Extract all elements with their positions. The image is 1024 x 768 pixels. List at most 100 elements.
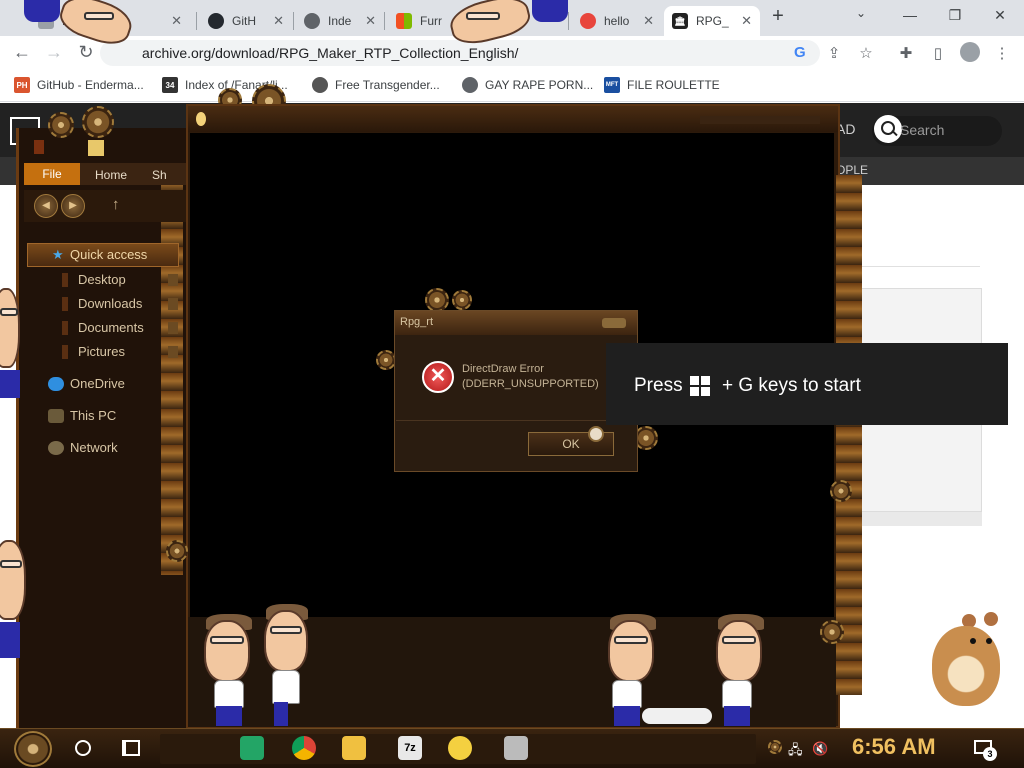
tray-chevron-icon[interactable] xyxy=(768,740,782,754)
start-button[interactable] xyxy=(14,731,52,767)
tab-2[interactable]: GitH ✕ xyxy=(200,6,292,36)
tab-separator xyxy=(384,12,385,30)
globe-icon xyxy=(462,77,478,93)
bulb-app-icon[interactable] xyxy=(448,736,472,760)
tab-separator xyxy=(196,12,197,30)
gear-icon xyxy=(48,112,74,138)
cartoon-figure-lying xyxy=(642,708,712,724)
cartoon-arm-sticker xyxy=(0,622,20,658)
tab-close-icon[interactable]: ✕ xyxy=(273,13,284,29)
gear-icon xyxy=(425,288,449,312)
dialog-close-button[interactable] xyxy=(602,318,626,328)
tab-favicon-icon xyxy=(580,13,596,29)
tab-close-icon[interactable]: ✕ xyxy=(365,13,376,29)
nav-item-network[interactable]: Network xyxy=(70,440,118,455)
game-app-icon[interactable] xyxy=(504,736,528,760)
new-tab-button[interactable]: + xyxy=(767,5,789,28)
nav-item-this-pc[interactable]: This PC xyxy=(70,408,116,423)
nav-item-downloads[interactable]: Downloads xyxy=(78,296,142,311)
cartoon-head-sticker xyxy=(0,288,20,368)
explorer-forward-button[interactable]: ▶ xyxy=(61,194,85,218)
nav-item-documents[interactable]: Documents xyxy=(78,320,144,335)
cartoon-head-sticker xyxy=(204,620,250,682)
decorative-chain xyxy=(161,175,183,575)
bookmark-label: Free Transgender... xyxy=(335,78,440,92)
hint-press-text: Press xyxy=(634,375,683,396)
ribbon-share-tab[interactable]: Sh xyxy=(152,168,167,182)
tab-3[interactable]: Inde ✕ xyxy=(296,6,384,36)
bookmark-1[interactable]: PH GitHub - Enderma... xyxy=(14,77,144,93)
volume-muted-icon[interactable]: 🔇 xyxy=(812,741,828,757)
hint-keys-text: + G keys to start xyxy=(722,375,861,396)
ribbon-home-tab[interactable]: Home xyxy=(95,168,127,182)
chrome-icon[interactable] xyxy=(292,736,316,760)
cursor-icon xyxy=(588,426,604,442)
tab-close-icon[interactable]: ✕ xyxy=(171,13,182,29)
search-icon[interactable] xyxy=(874,115,902,143)
bookmark-label: GAY RAPE PORN... xyxy=(485,78,594,92)
cartoon-body-sticker xyxy=(272,670,300,704)
search-circle-icon[interactable] xyxy=(75,740,91,756)
reload-button[interactable]: ↻ xyxy=(74,40,98,64)
site-search-input[interactable]: Search xyxy=(900,122,944,138)
tab-title: RPG_ xyxy=(696,14,729,28)
pin-icon xyxy=(168,346,178,358)
tab-close-icon[interactable]: ✕ xyxy=(741,13,752,29)
window-controls[interactable] xyxy=(700,116,820,124)
tab-close-icon[interactable]: ✕ xyxy=(643,13,654,29)
cartoon-pants-sticker xyxy=(724,706,750,726)
close-window-button[interactable]: ✕ xyxy=(978,2,1022,30)
extensions-icon[interactable]: ✚ xyxy=(896,44,916,62)
back-button[interactable]: ← xyxy=(10,40,34,64)
horizontal-scrollbar[interactable] xyxy=(846,511,982,526)
nav-item-desktop[interactable]: Desktop xyxy=(78,272,126,287)
gear-icon xyxy=(830,480,852,502)
bookmark-3[interactable]: Free Transgender... xyxy=(312,77,440,93)
profile-avatar[interactable] xyxy=(960,42,980,62)
glasses-icon xyxy=(270,626,302,634)
bookmark-label: FILE ROULETTE xyxy=(627,78,720,92)
nav-item-onedrive[interactable]: OneDrive xyxy=(70,376,125,391)
bookmark-star-icon[interactable]: ☆ xyxy=(856,44,876,62)
forward-button[interactable]: → xyxy=(42,40,66,64)
menu-kebab-icon[interactable]: ⋮ xyxy=(992,44,1012,62)
nav-item-pictures[interactable]: Pictures xyxy=(78,344,125,359)
divider xyxy=(848,266,980,267)
gear-icon xyxy=(82,106,114,138)
ribbon-file-tab[interactable]: File xyxy=(24,163,80,185)
google-lens-icon[interactable]: G xyxy=(794,44,806,61)
file-roulette-icon: MFT xyxy=(604,77,620,93)
quick-access-label: Quick access xyxy=(70,247,148,262)
tab-title: GitH xyxy=(232,14,256,28)
cartoon-pants-sticker xyxy=(274,702,288,726)
bulb-icon xyxy=(196,112,206,126)
explorer-back-button[interactable]: ◀ xyxy=(34,194,58,218)
address-bar[interactable]: archive.org/download/RPG_Maker_RTP_Colle… xyxy=(100,40,820,66)
cartoon-arm-sticker xyxy=(24,0,60,22)
bookmark-5[interactable]: MFT FILE ROULETTE xyxy=(604,77,720,93)
glasses-icon xyxy=(722,636,756,644)
tab-5[interactable]: hello ✕ xyxy=(572,6,662,36)
file-explorer-icon[interactable] xyxy=(342,736,366,760)
side-panel-icon[interactable]: ▯ xyxy=(928,44,948,62)
explorer-up-button[interactable]: ↑ xyxy=(112,196,120,213)
7zip-icon[interactable]: 7z xyxy=(398,736,422,760)
share-icon[interactable]: ⇪ xyxy=(824,44,844,62)
network-tray-icon[interactable]: 🖧 xyxy=(788,741,803,763)
star-icon: ★ xyxy=(52,247,64,262)
dialog-message-line1: DirectDraw Error xyxy=(462,363,544,375)
quick-access-item[interactable]: Quick access xyxy=(27,243,179,267)
cartoon-head-sticker xyxy=(716,620,762,682)
clock[interactable]: 6:56 AM xyxy=(852,734,936,760)
glasses-icon xyxy=(0,308,18,316)
bookmark-4[interactable]: GAY RAPE PORN... xyxy=(462,77,593,93)
gear-icon xyxy=(166,540,188,562)
tab-search-button[interactable]: ⌄ xyxy=(856,6,866,20)
minimize-button[interactable]: — xyxy=(888,2,932,30)
dialog-message-line2: (DDERR_UNSUPPORTED) xyxy=(462,378,599,390)
mask-icon xyxy=(312,77,328,93)
sheets-icon[interactable] xyxy=(240,736,264,760)
tab-6-active[interactable]: 🏛 RPG_ ✕ xyxy=(664,6,760,36)
restore-button[interactable]: ❐ xyxy=(933,2,977,30)
task-view-icon[interactable] xyxy=(122,740,140,756)
